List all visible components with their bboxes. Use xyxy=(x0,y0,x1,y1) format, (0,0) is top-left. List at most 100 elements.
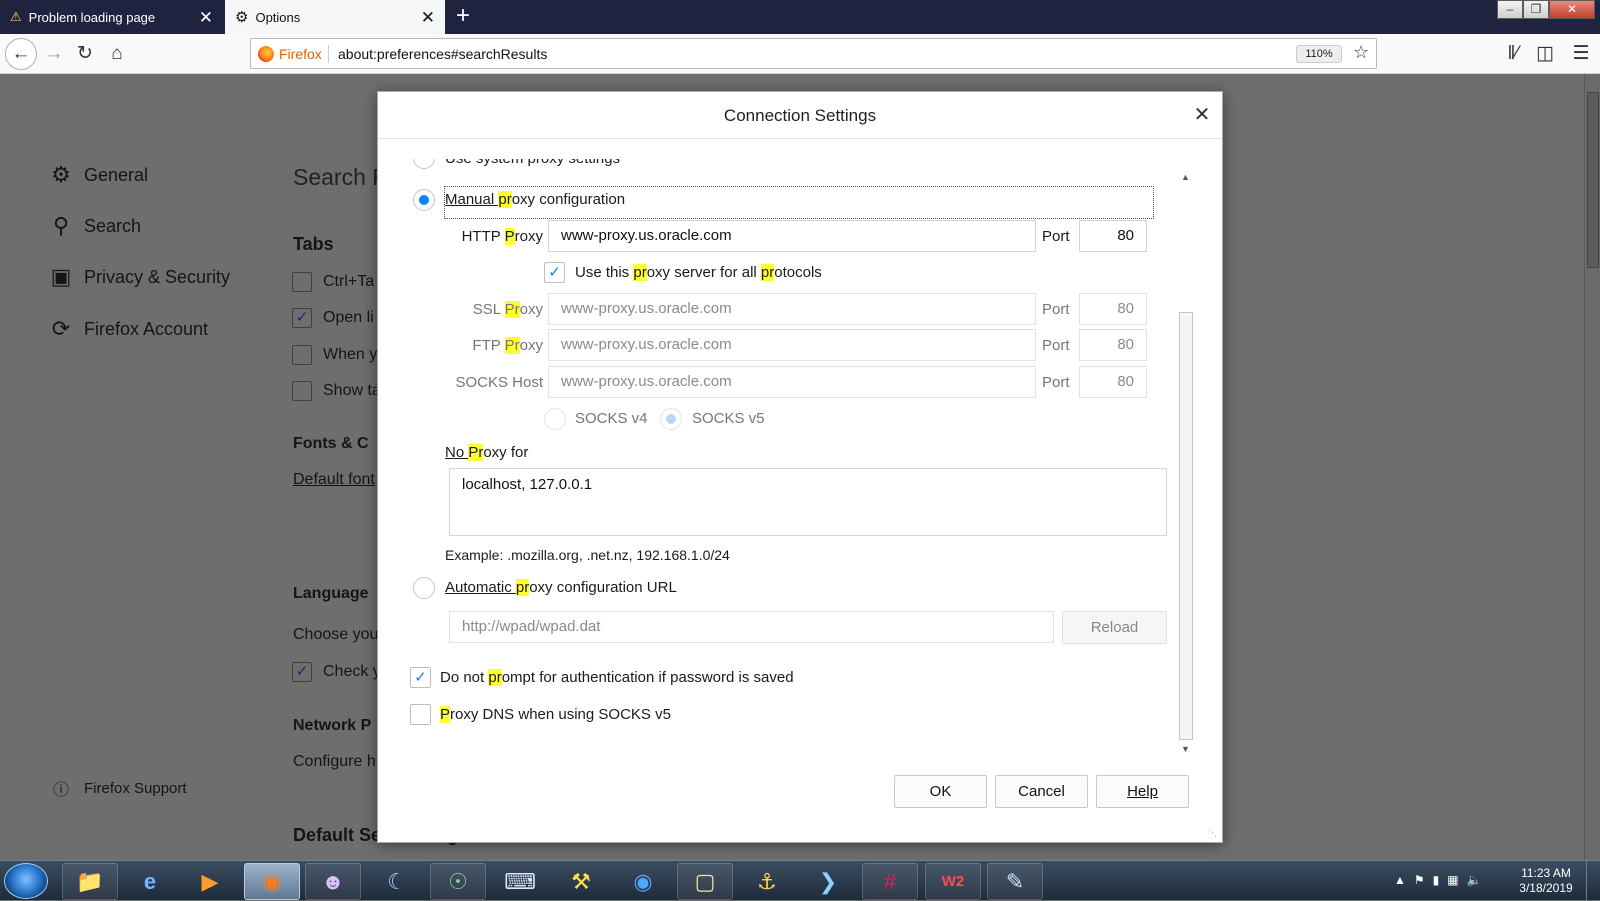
powershell-icon[interactable]: ❯ xyxy=(800,863,856,900)
dialog-title: Connection Settings xyxy=(723,106,877,125)
network-tool-icon[interactable]: ⌨ xyxy=(492,863,548,900)
file-explorer-icon[interactable]: 📁 xyxy=(62,863,118,900)
menu-icon[interactable]: ☰ xyxy=(1567,41,1595,67)
globe-app-icon[interactable]: ☉ xyxy=(430,863,486,900)
scroll-up-icon[interactable]: ▲ xyxy=(1181,172,1190,182)
media-player-icon[interactable]: ▶ xyxy=(182,863,238,900)
reload-icon[interactable]: ↻ xyxy=(71,41,99,67)
language-text: Choose you xyxy=(293,626,377,643)
start-button[interactable] xyxy=(4,863,48,899)
radio-manual-proxy[interactable] xyxy=(413,189,435,211)
scrollbar-thumb[interactable] xyxy=(1587,92,1599,268)
tabs-heading: Tabs xyxy=(293,234,334,254)
default-font-label: Default font xyxy=(293,471,375,488)
bookmark-star-icon[interactable]: ☆ xyxy=(1353,42,1369,63)
no-prompt-checkbox[interactable]: ✓ xyxy=(410,667,431,688)
window-close-button[interactable]: ✕ xyxy=(1549,0,1595,19)
category-search[interactable]: ⚲ Search xyxy=(48,213,141,239)
resize-grip-icon[interactable]: ⋱ xyxy=(1208,828,1217,839)
autoconfig-url-input[interactable]: http://wpad/wpad.dat xyxy=(449,611,1054,643)
dialog-content: Use system proxy settings Manual proxy c… xyxy=(378,159,1178,759)
ssl-port-input[interactable]: 80 xyxy=(1079,293,1147,325)
security-key-icon[interactable]: ⚓ xyxy=(739,863,795,900)
page-scrollbar[interactable] xyxy=(1584,74,1600,860)
fonts-heading: Fonts & C xyxy=(293,435,369,452)
firefox-taskbar-icon[interactable]: ◉ xyxy=(244,863,300,900)
checkbox[interactable] xyxy=(292,381,312,401)
library-icon[interactable]: ‖⁄ xyxy=(1499,41,1527,67)
scrollbar-thumb[interactable] xyxy=(1179,312,1193,740)
internet-explorer-icon[interactable]: e xyxy=(122,863,178,900)
zoom-badge[interactable]: 110% xyxy=(1296,45,1342,63)
radio-system-proxy[interactable] xyxy=(413,159,435,169)
category-general[interactable]: ⚙ General xyxy=(48,162,148,188)
http-proxy-input[interactable]: www-proxy.us.oracle.com xyxy=(548,220,1036,252)
category-label: Firefox Account xyxy=(84,318,209,339)
network-text: Configure h xyxy=(293,753,376,770)
back-arrow-icon[interactable]: ← xyxy=(5,38,37,70)
checkbox[interactable]: ✓ xyxy=(292,662,312,682)
port-label: Port xyxy=(1042,301,1070,318)
home-icon[interactable]: ⌂ xyxy=(103,41,131,67)
use-proxy-all-checkbox[interactable]: ✓ xyxy=(544,262,565,283)
paint-icon[interactable]: ✎ xyxy=(987,863,1043,900)
vpn-client-icon[interactable]: ☾ xyxy=(369,863,425,900)
ok-button[interactable]: OK xyxy=(894,775,987,808)
sidebar-icon[interactable]: ◫ xyxy=(1531,41,1559,67)
slack-icon[interactable]: # xyxy=(862,863,918,900)
clock[interactable]: 11:23 AM 3/18/2019 xyxy=(1510,866,1582,896)
http-port-input[interactable]: 80 xyxy=(1079,220,1147,252)
socks-host-input[interactable]: www-proxy.us.oracle.com xyxy=(548,366,1036,398)
close-icon[interactable]: ✕ xyxy=(1190,104,1214,126)
option-label: Ctrl+Ta xyxy=(323,273,375,290)
category-firefox-account[interactable]: ⟳ Firefox Account xyxy=(48,316,208,342)
show-desktop-button[interactable] xyxy=(1586,861,1600,901)
dialog-scrollbar[interactable]: ▲ ▼ xyxy=(1178,170,1194,758)
tab-title: Options xyxy=(255,9,301,25)
new-tab-icon[interactable]: + xyxy=(456,3,470,29)
scroll-down-icon[interactable]: ▼ xyxy=(1181,744,1190,754)
lock-icon: ▣ xyxy=(50,264,72,289)
url-text[interactable]: about:preferences#searchResults xyxy=(338,46,547,62)
remote-tool-icon[interactable]: ⚒ xyxy=(553,863,609,900)
firefox-support-link[interactable]: ⓘ Firefox Support xyxy=(48,776,187,800)
close-tab-icon[interactable]: ✕ xyxy=(199,9,213,26)
restore-button[interactable]: ❐ xyxy=(1523,0,1549,19)
tab-options[interactable]: ⚙ Options ✕ xyxy=(225,0,445,34)
radio-automatic-proxy[interactable] xyxy=(413,577,435,599)
ssl-proxy-input[interactable]: www-proxy.us.oracle.com xyxy=(548,293,1036,325)
no-proxy-textarea[interactable]: localhost, 127.0.0.1 xyxy=(449,468,1167,536)
sticky-notes-icon[interactable]: ▢ xyxy=(677,863,733,900)
cancel-button[interactable]: Cancel xyxy=(995,775,1088,808)
example-text: Example: .mozilla.org, .net.nz, 192.168.… xyxy=(445,547,730,563)
reload-button[interactable]: Reload xyxy=(1062,611,1167,644)
close-tab-icon[interactable]: ✕ xyxy=(421,9,435,26)
w2-app-icon[interactable]: W2 xyxy=(925,863,981,900)
checkbox[interactable] xyxy=(292,345,312,365)
proxy-dns-checkbox[interactable] xyxy=(410,704,431,725)
clock-time: 11:23 AM xyxy=(1521,866,1571,880)
category-privacy[interactable]: ▣ Privacy & Security xyxy=(48,264,230,290)
checkbox[interactable]: ✓ xyxy=(292,308,312,328)
minimize-button[interactable]: – xyxy=(1497,0,1523,19)
socks-v4-label: SOCKS v4 xyxy=(575,410,648,427)
tab-problem-loading[interactable]: ⚠ Problem loading page ✕ xyxy=(0,0,223,34)
socks-port-input[interactable]: 80 xyxy=(1079,366,1147,398)
port-label: Port xyxy=(1042,337,1070,354)
radio-socks-v4[interactable] xyxy=(544,408,566,430)
zoom-app-icon[interactable]: ◉ xyxy=(615,863,671,900)
forward-arrow-icon[interactable]: → xyxy=(40,41,68,67)
url-bar[interactable]: Firefox about:preferences#searchResults … xyxy=(250,38,1377,69)
checkbox[interactable] xyxy=(292,272,312,292)
chat-app-icon[interactable]: ☻ xyxy=(305,863,361,900)
option-label: Check y xyxy=(323,663,377,680)
ftp-proxy-input[interactable]: www-proxy.us.oracle.com xyxy=(548,329,1036,361)
ssl-proxy-label: SSL Proxy xyxy=(472,301,543,318)
no-prompt-label: Do not prompt for authentication if pass… xyxy=(440,669,794,686)
ftp-port-input[interactable]: 80 xyxy=(1079,329,1147,361)
help-button[interactable]: Help xyxy=(1096,775,1189,808)
firefox-icon xyxy=(258,46,274,62)
radio-socks-v5[interactable] xyxy=(660,408,682,430)
support-label: Firefox Support xyxy=(84,779,187,797)
system-tray[interactable]: ▲⚑▮▦🔈 xyxy=(1394,873,1490,887)
